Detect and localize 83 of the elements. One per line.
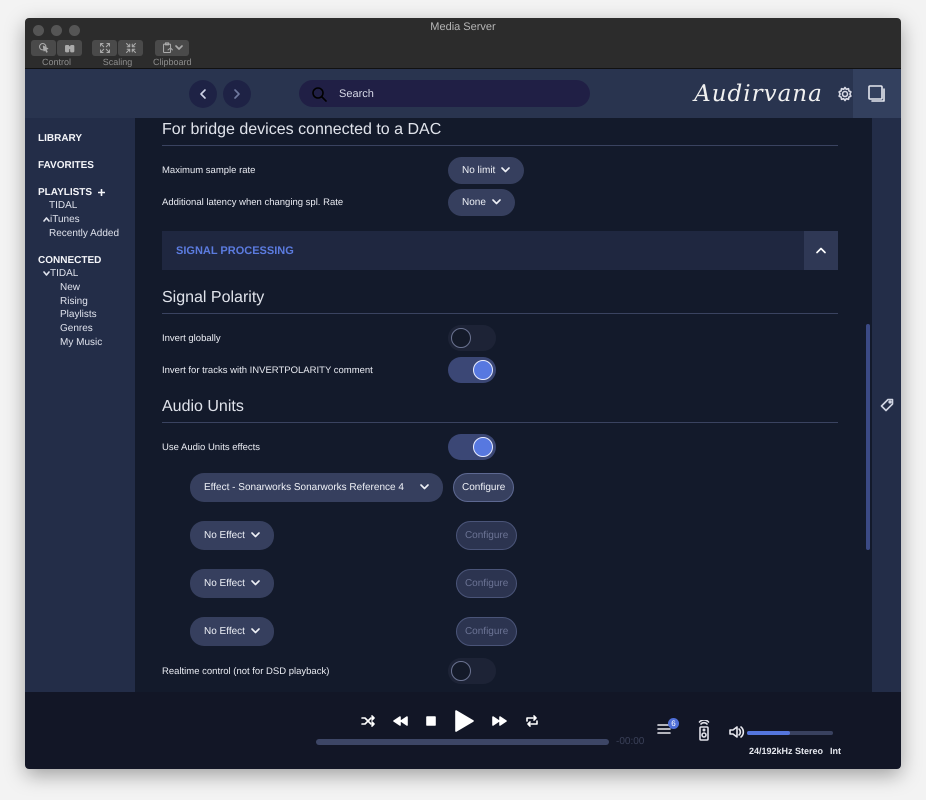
stop-icon[interactable] xyxy=(426,716,436,726)
sidebar-item[interactable]: TIDAL xyxy=(49,200,78,212)
rewind-icon[interactable] xyxy=(393,716,408,726)
add-icon[interactable] xyxy=(98,189,106,196)
configure-button[interactable]: Configure xyxy=(453,472,514,502)
setting-label: Maximum sample rate xyxy=(162,164,256,176)
queue-icon[interactable] xyxy=(657,723,671,735)
volume-icon[interactable] xyxy=(729,725,745,739)
expand-button[interactable] xyxy=(92,40,117,56)
setting-label: Use Audio Units effects xyxy=(162,442,262,452)
search-icon xyxy=(311,86,327,102)
chevron-left-icon xyxy=(198,88,208,100)
sidebar-item[interactable]: Playlists xyxy=(60,309,97,320)
toggle-switch[interactable] xyxy=(448,357,496,383)
sidebar-heading[interactable]: FAVORITES xyxy=(38,160,94,171)
dropdown[interactable]: None xyxy=(448,188,515,216)
scrollbar-thumb[interactable] xyxy=(866,324,870,550)
chevron-right-icon xyxy=(232,88,242,100)
setting-label: Invert for tracks with INVERTPOLARITY comment xyxy=(162,364,374,376)
dropdown[interactable]: No limit xyxy=(448,156,524,184)
caret-down-icon[interactable] xyxy=(43,271,50,276)
sidebar-item[interactable]: iTunes xyxy=(50,214,80,226)
banner-title: SIGNAL PROCESSING xyxy=(176,244,294,256)
section-heading: For bridge devices connected to a DAC xyxy=(162,121,838,146)
sidebar-heading[interactable]: CONNECTED xyxy=(38,255,102,266)
caret-icon xyxy=(501,167,510,173)
panel-toggle-icon[interactable] xyxy=(866,84,887,104)
sidebar-item[interactable]: My Music xyxy=(60,336,102,348)
caret-icon xyxy=(175,45,184,51)
play-icon[interactable] xyxy=(454,710,474,732)
minimize-dot[interactable] xyxy=(51,24,62,36)
output-label: Int xyxy=(830,746,841,756)
caret-icon xyxy=(492,199,501,205)
caret-icon xyxy=(420,484,429,490)
caret-icon xyxy=(250,532,260,538)
speaker-icon[interactable] xyxy=(697,720,711,742)
sidebar-item[interactable]: Genres xyxy=(60,323,93,334)
shuffle-icon[interactable] xyxy=(361,715,375,727)
search-field[interactable]: Search xyxy=(337,86,571,100)
close-dot[interactable] xyxy=(33,24,44,36)
back-button[interactable] xyxy=(189,80,217,108)
search-bar[interactable]: Search xyxy=(299,80,590,107)
shrink-icon xyxy=(124,41,138,55)
toolbar-group-label: Clipboard xyxy=(153,57,192,67)
caret-up-icon[interactable] xyxy=(43,217,50,222)
sidebar-item[interactable]: TIDAL xyxy=(50,268,78,280)
effect-dropdown[interactable]: Effect - Sonarworks Sonarworks Reference 4 xyxy=(190,472,443,502)
forward-button[interactable] xyxy=(223,80,251,108)
binoculars-button[interactable] xyxy=(57,40,82,56)
expand-icon xyxy=(98,41,112,55)
cursor-icon xyxy=(36,41,50,55)
window-title: Media Server xyxy=(430,21,496,33)
sidebar-item[interactable]: Recently Added xyxy=(49,228,120,239)
sidebar-heading[interactable]: LIBRARY xyxy=(38,133,82,144)
fast-forward-icon[interactable] xyxy=(492,716,507,726)
repeat-icon[interactable] xyxy=(525,715,539,727)
setting-label: Realtime control (not for DSD playback) xyxy=(162,666,330,676)
section-heading: Signal Polarity xyxy=(162,289,838,314)
section-heading: Audio Units xyxy=(162,398,838,423)
toggle-switch[interactable] xyxy=(448,434,496,460)
clipboard-button[interactable] xyxy=(155,40,190,56)
tag-icon[interactable] xyxy=(880,398,894,412)
audio-format: 24/192kHz Stereo xyxy=(749,746,824,756)
caret-icon xyxy=(250,580,260,586)
zoom-dot[interactable] xyxy=(69,24,80,36)
toolbar-group-label: Scaling xyxy=(102,57,132,67)
volume-slider[interactable] xyxy=(747,731,833,735)
logo: Audirvana xyxy=(694,80,823,106)
clipboard-icon xyxy=(161,41,176,55)
setting-label: Invert globally xyxy=(162,332,222,344)
caret-icon xyxy=(250,628,260,634)
settings-icon[interactable] xyxy=(836,86,853,102)
sidebar-item[interactable]: New xyxy=(60,282,80,294)
queue-count-badge: 6 xyxy=(668,718,679,729)
setting-label: Additional latency when changing spl. Rate xyxy=(162,196,344,208)
toolbar-group-label: Control xyxy=(42,57,71,67)
sidebar-heading[interactable]: PLAYLISTS xyxy=(38,187,92,198)
shrink-button[interactable] xyxy=(118,40,143,56)
toggle-switch[interactable] xyxy=(448,658,496,684)
toggle-switch[interactable] xyxy=(448,325,496,351)
cursor-button[interactable] xyxy=(31,40,56,56)
chevron-up-icon xyxy=(816,247,826,254)
sidebar-item[interactable]: Rising xyxy=(60,296,88,307)
